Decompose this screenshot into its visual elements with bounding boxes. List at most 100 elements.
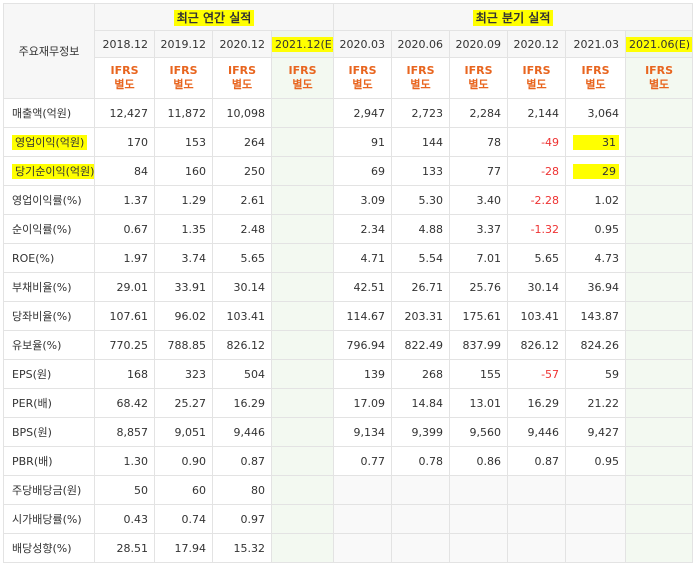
annual-cell: 1.37 xyxy=(94,185,155,215)
quarter-cell: 3.37 xyxy=(449,214,509,244)
table-row: 당좌비율(%) 107.61 96.02 103.41 114.67 203.31 175.… xyxy=(3,301,694,331)
annual-cell xyxy=(270,446,335,476)
annual-cell: 1.29 xyxy=(154,185,213,215)
annual-cell: 168 xyxy=(94,359,155,389)
annual-cell: 2.61 xyxy=(212,185,272,215)
annual-cell: 10,098 xyxy=(212,98,272,128)
quarter-cell: 25.76 xyxy=(449,272,509,302)
ifrs-label: IFRS 별도 xyxy=(391,57,451,99)
quarter-cell xyxy=(449,475,509,505)
annual-cell: 33.91 xyxy=(154,272,213,302)
annual-cell xyxy=(270,359,335,389)
quarter-cell xyxy=(625,388,694,418)
quarter-cell: 13.01 xyxy=(449,388,509,418)
annual-cell: 84 xyxy=(94,156,155,186)
quarter-group-header: 최근 분기 실적 xyxy=(333,3,694,31)
annual-cell: 160 xyxy=(154,156,213,186)
quarter-cell: 1.02 xyxy=(565,185,627,215)
annual-cell: 1.97 xyxy=(94,243,155,273)
annual-cell xyxy=(270,330,335,360)
quarter-cell: 103.41 xyxy=(507,301,567,331)
quarter-cell xyxy=(333,504,393,534)
annual-cell: 826.12 xyxy=(212,330,272,360)
quarter-cell xyxy=(565,533,627,563)
quarter-cell: 175.61 xyxy=(449,301,509,331)
quarter-cell: 143.87 xyxy=(565,301,627,331)
quarter-cell: 5.54 xyxy=(391,243,451,273)
quarter-cell: 59 xyxy=(565,359,627,389)
quarter-cell: 9,427 xyxy=(565,417,627,447)
table-row: BPS(원) 8,857 9,051 9,446 9,134 9,399 9,560 9,44… xyxy=(3,417,694,447)
annual-cell: 153 xyxy=(154,127,213,157)
quarter-cell xyxy=(625,533,694,563)
table-row: 배당성향(%) 28.51 17.94 15.32 xyxy=(3,533,694,563)
table-row: 부채비율(%) 29.01 33.91 30.14 42.51 26.71 25.76 30.… xyxy=(3,272,694,302)
quarter-cell: 133 xyxy=(391,156,451,186)
quarter-cell xyxy=(391,475,451,505)
quarter-cell: 824.26 xyxy=(565,330,627,360)
annual-cell xyxy=(270,417,335,447)
quarter-cell: 268 xyxy=(391,359,451,389)
quarter-cell: 2.34 xyxy=(333,214,393,244)
table-row: PER(배) 68.42 25.27 16.29 17.09 14.84 13.01 16.2… xyxy=(3,388,694,418)
annual-cell: 17.94 xyxy=(154,533,213,563)
annual-cell: 11,872 xyxy=(154,98,213,128)
quarter-cell: 0.78 xyxy=(391,446,451,476)
quarter-year-header: 2020.09 xyxy=(449,30,509,58)
quarter-cell xyxy=(625,243,694,273)
ifrs-label: IFRS 별도 xyxy=(154,57,213,99)
quarter-cell: 2,947 xyxy=(333,98,393,128)
quarter-cell: 4.73 xyxy=(565,243,627,273)
quarter-cell: 2,723 xyxy=(391,98,451,128)
annual-cell: 9,446 xyxy=(212,417,272,447)
annual-cell: 28.51 xyxy=(94,533,155,563)
quarter-cell: -28 xyxy=(507,156,567,186)
quarter-cell: 69 xyxy=(333,156,393,186)
annual-cell: 16.29 xyxy=(212,388,272,418)
quarter-cell xyxy=(625,330,694,360)
annual-cell: 788.85 xyxy=(154,330,213,360)
row-label: PBR(배) xyxy=(3,446,95,476)
table-row: EPS(원) 168 323 504 139 268 155 -57 59 xyxy=(3,359,694,389)
first-column-header: 주요재무정보 xyxy=(3,3,95,99)
annual-cell: 1.30 xyxy=(94,446,155,476)
ifrs-label: IFRS 별도 xyxy=(270,57,335,99)
quarter-cell xyxy=(625,359,694,389)
annual-cell: 60 xyxy=(154,475,213,505)
quarter-cell: 837.99 xyxy=(449,330,509,360)
quarter-cell xyxy=(391,533,451,563)
table-row: PBR(배) 1.30 0.90 0.87 0.77 0.78 0.86 0.87 0.95 xyxy=(3,446,694,476)
annual-cell xyxy=(270,533,335,563)
quarter-cell: -2.28 xyxy=(507,185,567,215)
row-label: PER(배) xyxy=(3,388,95,418)
quarter-cell: 7.01 xyxy=(449,243,509,273)
annual-cell xyxy=(270,388,335,418)
row-label: 매출액(억원) xyxy=(3,98,95,128)
table-row: 순이익률(%) 0.67 1.35 2.48 2.34 4.88 3.37 -1.32 0.95 xyxy=(3,214,694,244)
annual-cell xyxy=(270,214,335,244)
quarter-cell: 9,446 xyxy=(507,417,567,447)
annual-cell: 0.43 xyxy=(94,504,155,534)
annual-cell: 107.61 xyxy=(94,301,155,331)
annual-cell xyxy=(270,272,335,302)
annual-cell: 0.87 xyxy=(212,446,272,476)
annual-cell xyxy=(270,301,335,331)
quarter-cell: 3.40 xyxy=(449,185,509,215)
ifrs-label: IFRS 별도 xyxy=(94,57,155,99)
annual-cell xyxy=(270,156,335,186)
quarter-cell: -1.32 xyxy=(507,214,567,244)
quarter-cell: 144 xyxy=(391,127,451,157)
ifrs-label: IFRS 별도 xyxy=(507,57,567,99)
quarter-cell: 2,144 xyxy=(507,98,567,128)
quarter-cell: 9,560 xyxy=(449,417,509,447)
annual-cell: 96.02 xyxy=(154,301,213,331)
quarter-cell: 5.30 xyxy=(391,185,451,215)
annual-cell: 30.14 xyxy=(212,272,272,302)
quarter-cell xyxy=(507,504,567,534)
annual-cell: 80 xyxy=(212,475,272,505)
quarter-cell xyxy=(565,504,627,534)
ifrs-label: IFRS 별도 xyxy=(449,57,509,99)
table-row: 당기순이익(억원) 84 160 250 69 133 77 -28 29 xyxy=(3,156,694,186)
row-label: 배당성향(%) xyxy=(3,533,95,563)
quarter-cell: 26.71 xyxy=(391,272,451,302)
